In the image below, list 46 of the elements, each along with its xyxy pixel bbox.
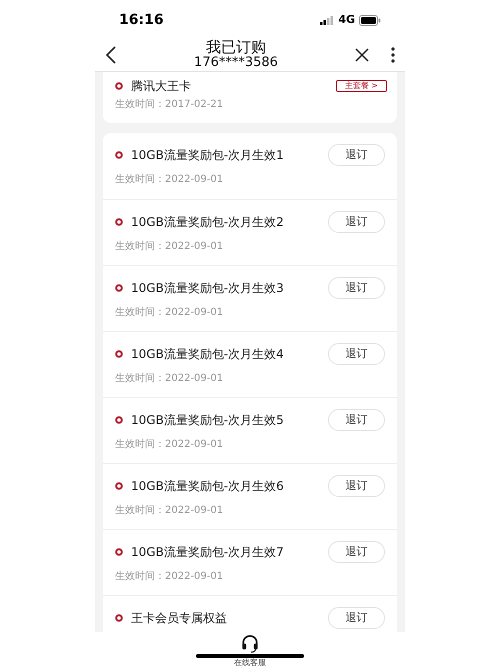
status-ring-icon bbox=[115, 548, 123, 556]
subscription-name: 10GB流量奖励包-次月生效5 bbox=[131, 412, 284, 429]
effective-date: 生效时间：2022-09-01 bbox=[115, 372, 224, 386]
headset-icon[interactable] bbox=[241, 635, 259, 654]
unsubscribe-button[interactable]: 退订 bbox=[328, 211, 385, 233]
unsubscribe-button[interactable]: 退订 bbox=[328, 409, 385, 431]
subscription-name: 王卡会员专属权益 bbox=[131, 610, 227, 627]
unsubscribe-button[interactable]: 退订 bbox=[328, 607, 385, 629]
signal-icon bbox=[320, 16, 334, 24]
status-ring-icon bbox=[115, 218, 123, 226]
subscription-name: 10GB流量奖励包-次月生效2 bbox=[131, 214, 284, 231]
effective-date: 生效时间：2022-09-01 bbox=[115, 504, 224, 518]
status-ring-icon bbox=[115, 350, 123, 358]
effective-date: 生效时间：2022-09-01 bbox=[115, 172, 224, 187]
subscription-name: 10GB流量奖励包-次月生效1 bbox=[131, 147, 284, 164]
status-ring-icon bbox=[115, 416, 123, 424]
status-time: 16:16 bbox=[119, 10, 164, 30]
subscription-name: 10GB流量奖励包-次月生效7 bbox=[131, 544, 284, 561]
effective-date: 生效时间：2022-09-01 bbox=[115, 438, 224, 452]
status-ring-icon bbox=[115, 82, 123, 90]
status-ring-icon bbox=[115, 284, 123, 292]
status-ring-icon bbox=[115, 614, 123, 622]
more-icon[interactable] bbox=[391, 46, 395, 62]
phone-number: 176****3586 bbox=[194, 54, 278, 70]
status-ring-icon bbox=[115, 482, 123, 490]
subscription-name: 10GB流量奖励包-次月生效4 bbox=[131, 346, 284, 363]
online-service-label[interactable]: 在线客服 bbox=[234, 658, 266, 667]
effective-date: 生效时间：2022-09-01 bbox=[115, 570, 224, 584]
status-ring-icon bbox=[115, 151, 123, 159]
unsubscribe-button[interactable]: 退订 bbox=[328, 541, 385, 563]
unsubscribe-button[interactable]: 退订 bbox=[328, 144, 385, 166]
unsubscribe-button[interactable]: 退订 bbox=[328, 343, 385, 365]
battery-icon bbox=[359, 14, 381, 26]
effective-date: 生效时间：2022-09-01 bbox=[115, 240, 224, 254]
unsubscribe-button[interactable]: 退订 bbox=[328, 475, 385, 497]
back-icon[interactable] bbox=[105, 46, 117, 64]
effective-date: 生效时间：2022-09-01 bbox=[115, 306, 224, 320]
page-title: 我已订购 bbox=[206, 38, 266, 54]
main-plan-tag[interactable]: 主套餐 > bbox=[336, 80, 387, 92]
plan-name: 腾讯大王卡 bbox=[131, 78, 191, 95]
unsubscribe-button[interactable]: 退订 bbox=[328, 277, 385, 299]
effective-date: 生效时间：2017-02-21 bbox=[115, 98, 224, 112]
network-label: 4G bbox=[338, 12, 355, 28]
subscription-name: 10GB流量奖励包-次月生效3 bbox=[131, 280, 284, 297]
close-icon[interactable] bbox=[355, 48, 369, 62]
subscription-name: 10GB流量奖励包-次月生效6 bbox=[131, 478, 284, 495]
